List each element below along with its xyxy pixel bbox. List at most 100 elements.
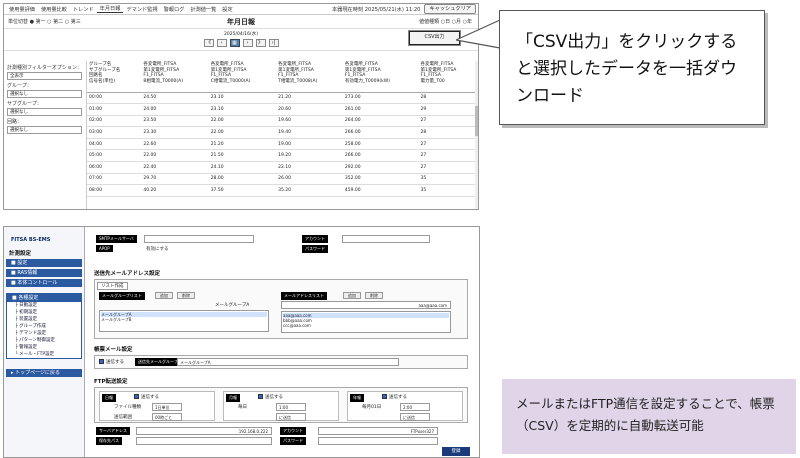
circuit-label: 回路： — [7, 119, 23, 125]
next-button[interactable]: › — [242, 39, 253, 47]
sidebar-item-ras[interactable]: ■ RAS情報 — [6, 269, 82, 277]
sidebar-item-control[interactable]: ■ 本体コントロール — [6, 279, 82, 287]
nav-item-active[interactable]: 年月日報 — [96, 5, 124, 13]
last-button[interactable]: 》 — [255, 39, 266, 47]
time-cell: 04:00 — [87, 138, 142, 151]
server-label: サーバアドレス — [96, 427, 130, 435]
address-delete-button[interactable]: 削除 — [365, 292, 383, 299]
cache-clear-button[interactable]: キャッシュクリア — [424, 4, 476, 14]
sidebar-sub-item[interactable]: ├ グループ作成 — [7, 323, 81, 330]
value-cell: 19.00 — [276, 138, 343, 151]
report-group-select[interactable]: メールグループA — [177, 358, 399, 366]
ftp-field-select[interactable]: 2:00 — [400, 403, 430, 411]
address-list[interactable]: aaa@aaa.com bbb@aaa.com ccc@aaa.com — [281, 311, 451, 333]
nav-item[interactable]: トレンド — [70, 6, 97, 13]
sidebar-group-title[interactable]: ■ 各種設定 — [7, 294, 81, 302]
checkbox-icon[interactable] — [99, 359, 104, 364]
first-button[interactable]: 《 — [203, 39, 214, 47]
mailgroup-list[interactable]: メールグループA メールグループB — [99, 310, 269, 332]
logo: FITSA BS-EMS — [11, 237, 51, 243]
checkbox-icon[interactable] — [258, 394, 263, 399]
sidebar-sub-item[interactable]: ├ パターン制御設定 — [7, 337, 81, 344]
ftp-account-label: アカウント — [280, 427, 306, 435]
table-header: グループ名 サブグループ名 回路名 信号名(単位) 各変電所_FITSA 第1変電所_F… — [87, 61, 478, 93]
calendar-icon[interactable]: ▦ — [229, 39, 240, 47]
group-add-button[interactable]: 追加 — [155, 292, 173, 299]
checkbox-icon[interactable] — [134, 394, 139, 399]
checkbox-icon[interactable] — [382, 394, 387, 399]
sidebar-sub-item[interactable]: ├ 警報設定 — [7, 344, 81, 351]
filter-option-label: 計測種別フィルターオプション： — [7, 65, 82, 71]
sidebar-sub-item[interactable]: ├ 日動設定 — [7, 302, 81, 309]
filter-option-select[interactable]: 全表示 — [7, 72, 82, 80]
prev-button[interactable]: ‹ — [216, 39, 227, 47]
sidebar-sub-item[interactable]: ├ デマンド設定 — [7, 330, 81, 337]
group-select[interactable]: 選択なし — [7, 90, 82, 98]
sidebar-item-settings[interactable]: ■ 設定 — [6, 259, 82, 267]
value-cell: 258.00 — [342, 138, 419, 151]
scroll-thumb[interactable] — [475, 106, 478, 136]
value-cell: 22.00 — [208, 126, 277, 139]
column-header: 各変電所_FITSA 第1変電所_FITSA F1_FITSA 電力量_T00 — [418, 61, 478, 93]
dest-panel: リスト作成 メールグループリスト 追加 削除 メールグループA メールグループA… — [94, 279, 468, 339]
sidebar-heading: 計測設定 — [9, 251, 32, 257]
list-tab[interactable]: リスト作成 — [97, 282, 128, 290]
nav-item[interactable]: 使用量比較 — [38, 6, 70, 13]
csv-export-button[interactable]: CSV出力 — [409, 31, 460, 45]
back-to-top-button[interactable]: ▸ トップページに戻る — [6, 369, 82, 377]
value-cell: 21.50 — [208, 149, 277, 163]
sidebar-sub-item[interactable]: └ メール・FTP設定 — [7, 351, 81, 358]
sidebar-sub-item[interactable]: ├ 初期設定 — [7, 309, 81, 316]
value-cell: 23.10 — [208, 103, 277, 116]
dest-title: 送信先メールアドレス設定 — [94, 271, 161, 277]
ftp-password-input[interactable] — [318, 437, 438, 445]
ftp-field-select[interactable]: 1:00 — [276, 403, 306, 411]
group-delete-button[interactable]: 削除 — [177, 292, 195, 299]
address-list-label: メールアドレスリスト — [281, 292, 327, 300]
account-input[interactable] — [342, 235, 430, 243]
nav-item[interactable]: 使用量評価 — [6, 6, 38, 13]
value-cell: 22.10 — [276, 161, 343, 174]
server-input[interactable]: 192.168.0.222 — [136, 427, 272, 435]
date-text: 2025/04/16(水) — [224, 32, 258, 37]
ftp-field-select[interactable]: に送信 — [400, 413, 430, 421]
nav-item[interactable]: デマンド監視 — [123, 6, 160, 13]
ftp-field-select[interactable]: に送信 — [276, 413, 306, 421]
address-input[interactable]: aaa@aaa.com — [281, 301, 451, 309]
apop-value[interactable]: 有効にする — [146, 246, 169, 252]
value-cell: 29.70 — [141, 173, 209, 186]
subgroup-select[interactable]: 選択なし — [7, 108, 82, 116]
table-row: 04:00 22.60 21.20 19.00 258.00 27 — [87, 138, 478, 151]
nav-item[interactable]: 警報ログ — [161, 6, 188, 13]
ftp-schedule-box: 日報 送信する ファイル種類 1日単位 送信範囲 00時ごと — [99, 391, 215, 421]
ftp-schedule-box: 月報 送信する 毎日 1:00 に送信 — [223, 391, 339, 421]
value-cell: 27 — [418, 138, 478, 151]
data-table: グループ名 サブグループ名 回路名 信号名(単位) 各変電所_FITSA 第1変電所_F… — [86, 61, 478, 209]
callout-mail-ftp: メールまたはFTP通信を設定することで、帳票（CSV）を定期的に自動転送可能 — [502, 379, 796, 454]
sidebar-sub-item[interactable]: ├ 装置設定 — [7, 316, 81, 323]
value-cell: 35 — [418, 173, 478, 186]
ftp-schedule-box: 年報 送信する 毎月01日 2:00 に送信 — [347, 391, 463, 421]
nav-item[interactable]: 設定 — [219, 6, 235, 13]
ftp-account-input[interactable]: FTPuser327 — [318, 427, 438, 435]
ftp-field-select[interactable]: 00時ごと — [152, 413, 182, 421]
circuit-select[interactable]: 選択なし — [7, 126, 82, 134]
smtp-input[interactable] — [144, 235, 254, 243]
save-button[interactable]: 登録 — [442, 447, 470, 456]
value-cell: 24.00 — [141, 103, 209, 116]
group-label: グループ： — [7, 83, 32, 89]
end-button[interactable]: ›| — [268, 39, 279, 47]
value-cell: 27 — [418, 161, 478, 174]
ftp-enable-check: 送信する — [134, 394, 159, 400]
scrollbar[interactable] — [475, 61, 478, 209]
list-item[interactable]: メールグループB — [101, 317, 267, 322]
account-label: アカウント — [302, 235, 328, 243]
ftp-field-select[interactable]: 1日単位 — [152, 403, 182, 411]
address-add-button[interactable]: 追加 — [343, 292, 361, 299]
nav-item[interactable]: 計測値一覧 — [187, 6, 219, 13]
list-item[interactable]: ccc@aaa.com — [283, 323, 449, 328]
value-cell: 21.20 — [276, 92, 343, 105]
path-input[interactable] — [136, 437, 272, 445]
value-cell: 273.00 — [342, 92, 419, 105]
value-cell: 26.00 — [276, 173, 343, 186]
